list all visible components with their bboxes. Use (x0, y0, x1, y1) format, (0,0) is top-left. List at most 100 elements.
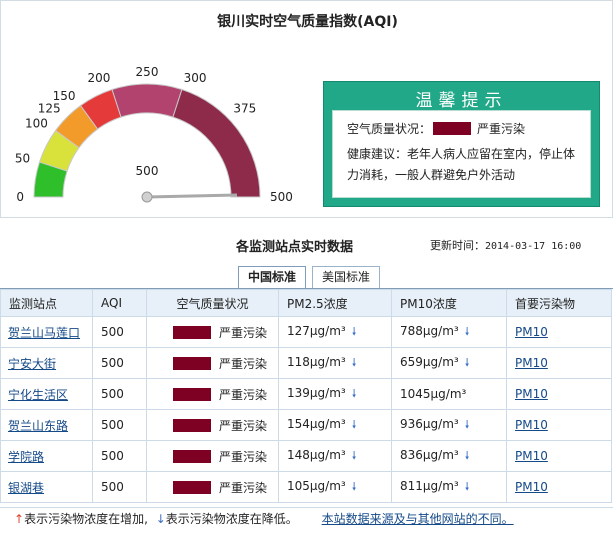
status-text: 严重污染 (219, 449, 268, 464)
level-color-swatch (173, 418, 211, 432)
status-cell: 严重污染 (146, 409, 279, 441)
table-row: 学院路 500 严重污染 148μg/m³ 🠗 836μg/m³ 🠗 PM10 (0, 440, 612, 472)
arrow-down-icon: 🠗 (464, 417, 470, 431)
pm25-value: 148μg/m³ (287, 447, 346, 462)
tab-us-standard[interactable]: 美国标准 (312, 266, 380, 288)
gauge-tick-label: 100 (25, 117, 48, 131)
pm25-value: 127μg/m³ (287, 323, 346, 338)
station-cell: 银湖巷 (0, 471, 93, 503)
status-cell: 严重污染 (146, 347, 279, 379)
data-source-link[interactable]: 本站数据来源及与其他网站的不同。 (322, 512, 514, 526)
arrow-down-icon: 🠗 (351, 479, 357, 493)
gauge-tick-label: 200 (87, 71, 110, 85)
station-link[interactable]: 贺兰山马莲口 (8, 326, 80, 340)
aqi-cell: 500 (92, 347, 147, 379)
pm25-cell: 127μg/m³ 🠗 (278, 316, 392, 348)
table-row: 宁化生活区 500 严重污染 139μg/m³ 🠗 1045μg/m³ PM10 (0, 378, 612, 410)
status-label: 空气质量状况： (347, 122, 432, 136)
footer: ↑表示污染物浓度在增加, ↓表示污染物浓度在降低。 本站数据来源及与其他网站的不… (0, 507, 613, 537)
aqi-cell: 500 (92, 440, 147, 472)
pm25-value: 105μg/m³ (287, 478, 346, 493)
pollutant-link[interactable]: PM10 (515, 418, 548, 432)
column-header: 首要污染物 (506, 289, 612, 317)
tab-china-standard[interactable]: 中国标准 (238, 266, 306, 288)
pollutant-link[interactable]: PM10 (515, 387, 548, 401)
station-cell: 宁安大街 (0, 347, 93, 379)
status-text: 严重污染 (219, 356, 268, 371)
pm10-cell: 936μg/m³ 🠗 (391, 409, 507, 441)
pollutant-link[interactable]: PM10 (515, 449, 548, 463)
status-cell: 严重污染 (146, 440, 279, 472)
aqi-cell: 500 (92, 409, 147, 441)
update-time: 更新时间：2014-03-17 16:00 (430, 237, 581, 253)
gauge-tick-label: 125 (38, 102, 61, 116)
status-text: 严重污染 (219, 387, 268, 402)
pm25-cell: 154μg/m³ 🠗 (278, 409, 392, 441)
pm10-cell: 811μg/m³ 🠗 (391, 471, 507, 503)
pm10-value: 1045μg/m³ (400, 387, 467, 401)
status-cell: 严重污染 (146, 316, 279, 348)
pm10-cell: 1045μg/m³ (391, 378, 507, 410)
pm25-value: 154μg/m³ (287, 416, 346, 431)
pm25-value: 118μg/m³ (287, 354, 346, 369)
pollutant-link[interactable]: PM10 (515, 325, 548, 339)
pollutant-cell: PM10 (506, 347, 612, 379)
air-quality-status: 空气质量状况： 严重污染 (347, 119, 576, 140)
footer-down-text: 表示污染物浓度在降低。 (165, 512, 298, 526)
pollutant-cell: PM10 (506, 378, 612, 410)
status-color-swatch (433, 122, 472, 135)
arrow-down-icon: 🠗 (351, 386, 357, 400)
station-link[interactable]: 银湖巷 (8, 481, 44, 495)
pollutant-cell: PM10 (506, 471, 612, 503)
arrow-down-icon: 🠗 (351, 324, 357, 338)
aqi-overview-panel: 银川实时空气质量指数(AQI) 0 50 100 125 150 200 250 300 375… (0, 0, 613, 218)
pm10-value: 788μg/m³ (400, 323, 459, 338)
arrow-down-icon: 🠗 (464, 448, 470, 462)
pm25-cell: 118μg/m³ 🠗 (278, 347, 392, 379)
pm10-cell: 836μg/m³ 🠗 (391, 440, 507, 472)
stations-table: 监测站点 AQI 空气质量状况 PM2.5浓度 PM10浓度 首要污染物 贺兰山… (0, 289, 612, 503)
footer-up-text: 表示污染物浓度在增加, (24, 512, 148, 526)
level-color-swatch (173, 387, 211, 401)
table-row: 宁安大街 500 严重污染 118μg/m³ 🠗 659μg/m³ 🠗 PM10 (0, 347, 612, 379)
gauge-tick-label: 375 (233, 102, 256, 116)
pollutant-link[interactable]: PM10 (515, 480, 548, 494)
health-advice: 健康建议：老年人病人应留在室内，停止体力消耗，一般人群避免户外活动 (347, 147, 576, 182)
aqi-gauge: 0 50 100125150 200 250 300 375 500 500 (15, 65, 293, 204)
station-link[interactable]: 宁化生活区 (8, 388, 68, 402)
gauge-tick-label: 50 (15, 151, 30, 165)
column-header: PM2.5浓度 (278, 289, 392, 317)
gauge-tick-label: 500 (270, 190, 293, 204)
pollutant-cell: PM10 (506, 316, 612, 348)
table-header: 监测站点 AQI 空气质量状况 PM2.5浓度 PM10浓度 首要污染物 (0, 289, 612, 317)
tip-header: 温馨提示 (415, 91, 508, 111)
station-cell: 宁化生活区 (0, 378, 93, 410)
status-text: 严重污染 (219, 325, 268, 340)
pollutant-link[interactable]: PM10 (515, 356, 548, 370)
tip-content: 空气质量状况： 严重污染 健康建议：老年人病人应留在室内，停止体力消耗，一般人群避… (332, 110, 591, 198)
station-cell: 贺兰山马莲口 (0, 316, 93, 348)
gauge-tick-label: 300 (184, 71, 207, 85)
pm10-value: 836μg/m³ (400, 447, 459, 462)
level-color-swatch (173, 325, 211, 339)
status-value: 严重污染 (477, 122, 526, 136)
station-link[interactable]: 学院路 (8, 450, 44, 464)
gauge-needle-hub (141, 191, 153, 203)
pm10-cell: 788μg/m³ 🠗 (391, 316, 507, 348)
station-link[interactable]: 贺兰山东路 (8, 419, 68, 433)
pm25-cell: 139μg/m³ 🠗 (278, 378, 392, 410)
pm10-value: 811μg/m³ (400, 478, 459, 493)
gauge-value-label: 500 (136, 164, 159, 178)
pm10-value: 659μg/m³ (400, 354, 459, 369)
status-text: 严重污染 (219, 480, 268, 495)
arrow-down-icon: 🠗 (351, 355, 357, 369)
station-cell: 学院路 (0, 440, 93, 472)
station-link[interactable]: 宁安大街 (8, 357, 56, 371)
column-header: 空气质量状况 (146, 289, 279, 317)
page-title: 银川实时空气质量指数(AQI) (217, 14, 398, 30)
section-title: 各监测站点实时数据 (236, 240, 354, 255)
arrow-down-icon: 🠗 (464, 479, 470, 493)
status-text: 严重污染 (219, 418, 268, 433)
status-cell: 严重污染 (146, 471, 279, 503)
pollutant-cell: PM10 (506, 440, 612, 472)
